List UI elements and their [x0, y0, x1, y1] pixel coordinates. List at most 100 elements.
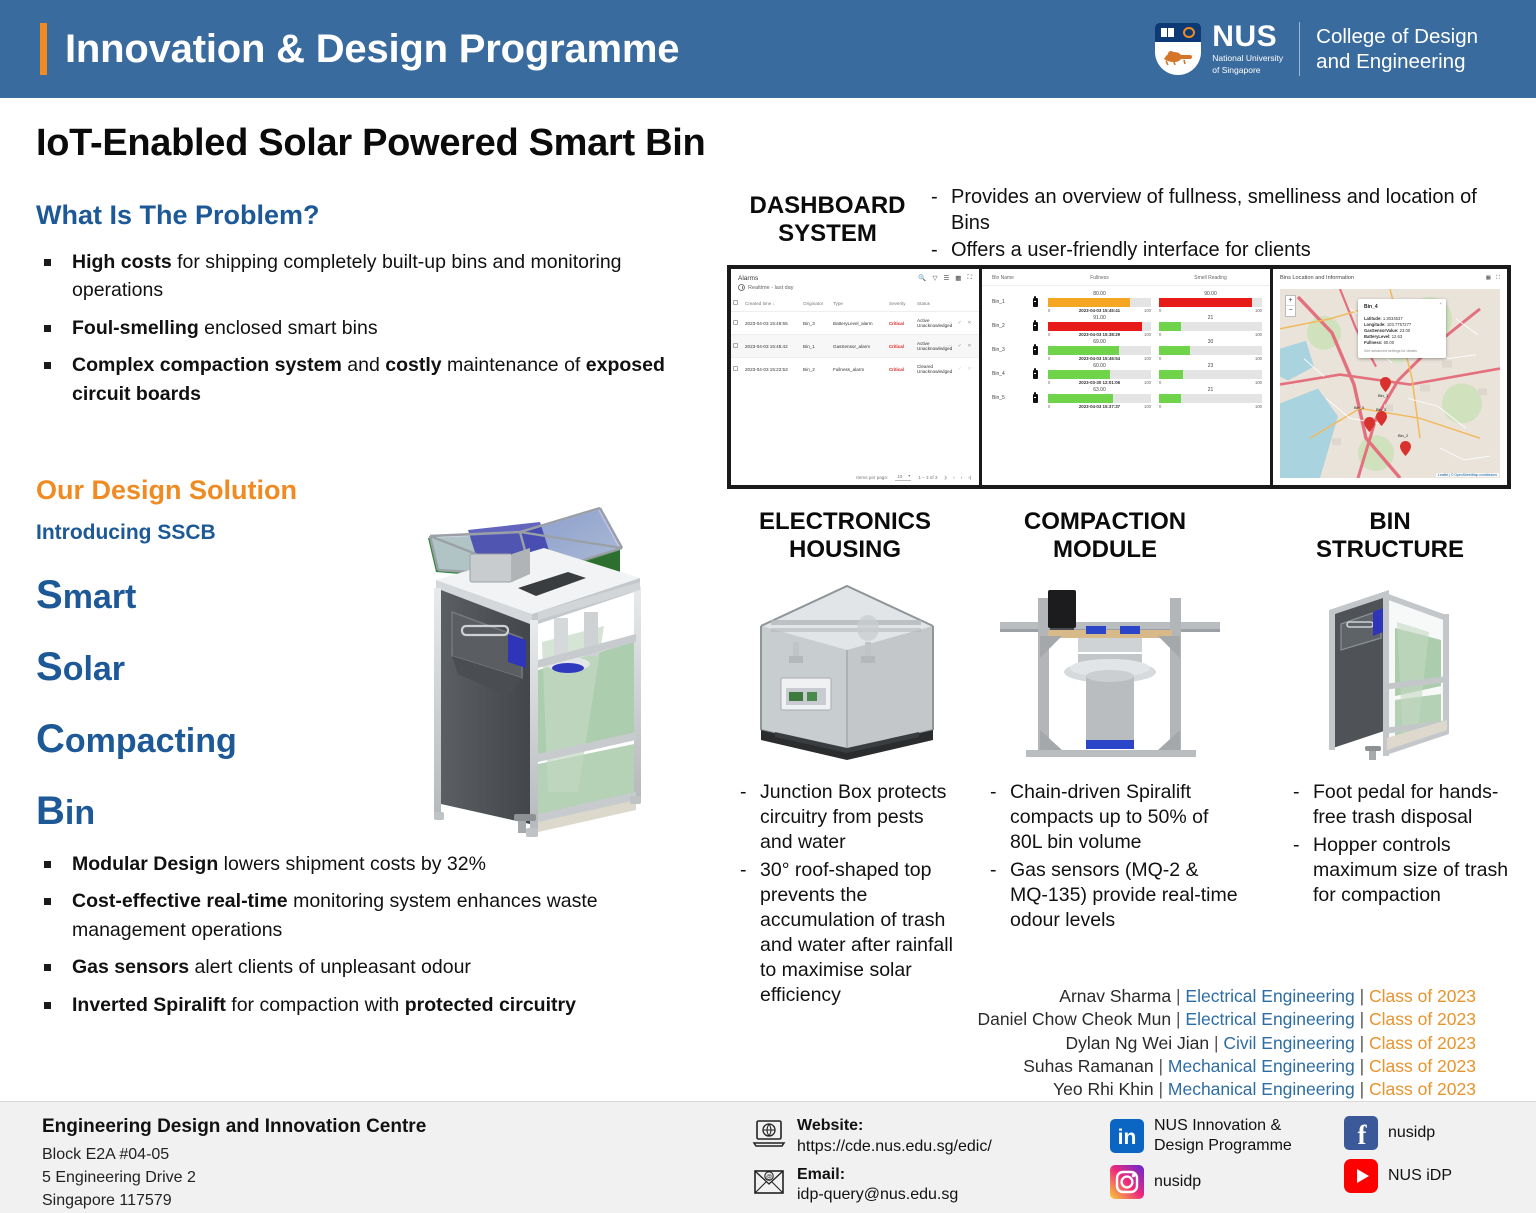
- row-actions[interactable]: ⋯ ✓ ✕: [947, 366, 974, 372]
- instagram-label: nusidp: [1154, 1173, 1202, 1190]
- map-pin-icon[interactable]: [1364, 417, 1375, 432]
- bullet-bold: Gas sensors: [72, 956, 190, 979]
- cell-originator: Bin_3: [803, 320, 815, 326]
- zoom-out-button[interactable]: −: [1286, 306, 1295, 316]
- status-line2: Unacknowledged: [917, 346, 953, 351]
- linkedin-line2: Design Programme: [1154, 1137, 1292, 1154]
- youtube-row[interactable]: NUS iDP: [1344, 1159, 1452, 1193]
- search-icon[interactable]: 🔍: [918, 274, 926, 282]
- row-actions[interactable]: ⋯ ✓ ✕: [947, 343, 974, 349]
- checkbox-icon[interactable]: [733, 366, 738, 371]
- close-icon[interactable]: ×: [1439, 301, 1442, 306]
- footer-website-row: Website: https://cde.nus.edu.sg/edic/: [752, 1116, 992, 1158]
- team-credits: Arnav Sharma | Electrical Engineering | …: [956, 985, 1476, 1101]
- instagram-row[interactable]: nusidp: [1110, 1165, 1292, 1199]
- checkbox-icon[interactable]: [733, 320, 738, 325]
- map-pin-icon[interactable]: [1380, 377, 1391, 392]
- module-note: Foot pedal for hands-free trash disposal: [1288, 780, 1518, 830]
- dashboard-note: Provides an overview of fullness, smelli…: [925, 185, 1520, 236]
- pagination-controls[interactable]: |‹ ‹ › ›|: [944, 475, 971, 480]
- column-status[interactable]: Status: [915, 295, 945, 312]
- fullscreen-icon[interactable]: ⛶: [967, 274, 972, 282]
- checkbox-icon[interactable]: [733, 343, 738, 348]
- column-originator[interactable]: Originator: [801, 295, 831, 312]
- module-title-line2: STRUCTURE: [1316, 536, 1464, 564]
- map-pin-icon[interactable]: [1400, 441, 1411, 456]
- map-canvas[interactable]: + − × Bin_4 Latitude: 1.3034537 Longitud…: [1280, 289, 1500, 478]
- linkedin-icon[interactable]: in: [1110, 1119, 1144, 1153]
- facebook-row[interactable]: f nusidp: [1344, 1116, 1452, 1150]
- column-bin-name: Bin Name: [992, 275, 1014, 281]
- device-icon[interactable]: ▦: [1486, 275, 1491, 282]
- fullness-value: 80.00: [1093, 291, 1106, 297]
- alarms-timerange[interactable]: Realtime - last day: [731, 282, 979, 295]
- select-all-checkbox-cell[interactable]: [731, 295, 743, 312]
- fullscreen-icon[interactable]: ⛶: [1496, 275, 1500, 282]
- table-row: Bin_2 91.00 0 2023-04-03 15:38:29 100 21 0…: [982, 314, 1270, 338]
- instagram-icon[interactable]: [1110, 1165, 1144, 1199]
- module-title-line2: HOUSING: [788, 536, 901, 564]
- website-url[interactable]: https://cde.nus.edu.sg/edic/: [797, 1138, 992, 1155]
- smell-value: 90.00: [1204, 291, 1217, 297]
- prev-page-button[interactable]: ‹: [953, 475, 955, 480]
- axis-max: 100: [1255, 356, 1262, 361]
- map-zoom-control[interactable]: + −: [1285, 295, 1296, 317]
- table-row[interactable]: 2023-04-03 15:46:55 Bin_3 BatteryLevel_a…: [731, 311, 979, 335]
- email-text: Email: idp-query@nus.edu.sg: [797, 1165, 958, 1207]
- header-title: Innovation & Design Programme: [65, 26, 680, 71]
- facebook-icon[interactable]: f: [1344, 1116, 1378, 1150]
- module-title-compaction-module: COMPACTION MODULE: [975, 508, 1235, 565]
- table-row[interactable]: 2023-04-03 15:45:42 Bin_1 GasSensor_alar…: [731, 334, 979, 358]
- map-popup: × Bin_4 Latitude: 1.3034537 Longitude: 1…: [1358, 299, 1446, 359]
- map-pin-icon[interactable]: [1376, 411, 1387, 426]
- acronym-rest: mart: [62, 578, 137, 616]
- next-page-button[interactable]: ›: [961, 475, 963, 480]
- last-page-button[interactable]: ›|: [968, 475, 971, 480]
- row-checkbox-cell[interactable]: [731, 335, 743, 358]
- row-checkbox-cell[interactable]: [731, 312, 743, 335]
- zoom-in-button[interactable]: +: [1286, 296, 1295, 306]
- severity-badge: Critical: [889, 343, 904, 349]
- youtube-icon[interactable]: [1344, 1159, 1378, 1193]
- bullet-text: lowers shipment costs by 32%: [218, 853, 486, 875]
- items-per-page-select[interactable]: 10: [895, 473, 912, 481]
- footer-address: Block E2A #04-05 5 Engineering Drive 2 S…: [42, 1143, 196, 1213]
- member-class: Class of 2023: [1368, 1079, 1476, 1100]
- axis-min: 0: [1159, 380, 1162, 385]
- cell-created-time: 2023-04-03 15:46:55: [745, 320, 788, 326]
- column-type[interactable]: Type: [831, 295, 887, 312]
- linkedin-line1: NUS Innovation &: [1154, 1117, 1282, 1134]
- bins-readings-panel: Bin Name Fullness Smell Reading Bin_1 80…: [982, 269, 1270, 485]
- battery-icon: [1026, 391, 1044, 403]
- member-discipline: Mechanical Engineering: [1167, 1055, 1355, 1076]
- column-severity[interactable]: Severity: [887, 295, 915, 312]
- facebook-label: nusidp: [1388, 1124, 1436, 1141]
- credit-line: Daniel Chow Cheok Mun | Electrical Engin…: [977, 1009, 1476, 1030]
- bins-table-header: Bin Name Fullness Smell Reading: [982, 269, 1270, 286]
- member-name: Daniel Chow Cheok Mun: [977, 1009, 1172, 1030]
- linkedin-row[interactable]: in NUS Innovation & Design Programme: [1110, 1116, 1292, 1156]
- bullet-text: for compaction with: [225, 993, 405, 1016]
- module-notes-electronics-housing: Junction Box protects circuitry from pes…: [735, 780, 960, 1011]
- popup-note: See advanced settings for details: [1364, 349, 1417, 354]
- checkbox-icon[interactable]: [733, 300, 738, 305]
- solution-heading: Our Design Solution: [36, 475, 297, 505]
- map-attribution[interactable]: Leaflet | © OpenStreetMap contributors: [1436, 473, 1499, 477]
- device-icon[interactable]: ▦: [955, 274, 961, 282]
- fullness-value: 69.00: [1093, 339, 1106, 345]
- columns-icon[interactable]: ☰: [943, 274, 949, 282]
- axis-max: 100: [1255, 380, 1262, 385]
- table-row[interactable]: 2023-04-03 15:22:53 Bin_2 Fullness_alarm…: [731, 357, 979, 381]
- column-created-time[interactable]: Created time ↓: [743, 295, 801, 312]
- email-address[interactable]: idp-query@nus.edu.sg: [797, 1186, 958, 1203]
- first-page-button[interactable]: |‹: [944, 475, 947, 480]
- row-actions[interactable]: ⋯ ✓ ✕: [947, 320, 974, 326]
- row-checkbox-cell[interactable]: [731, 358, 743, 381]
- smell-gauge: 30 0 100: [1155, 339, 1266, 361]
- member-discipline: Mechanical Engineering: [1167, 1079, 1355, 1100]
- footer-email-row: @ Email: idp-query@nus.edu.sg: [752, 1165, 992, 1207]
- cell-type: GasSensor_alarm: [833, 343, 871, 349]
- acronym-rest: ompacting: [64, 722, 237, 760]
- filter-icon[interactable]: ▽: [932, 274, 937, 282]
- smell-bar: [1159, 370, 1183, 379]
